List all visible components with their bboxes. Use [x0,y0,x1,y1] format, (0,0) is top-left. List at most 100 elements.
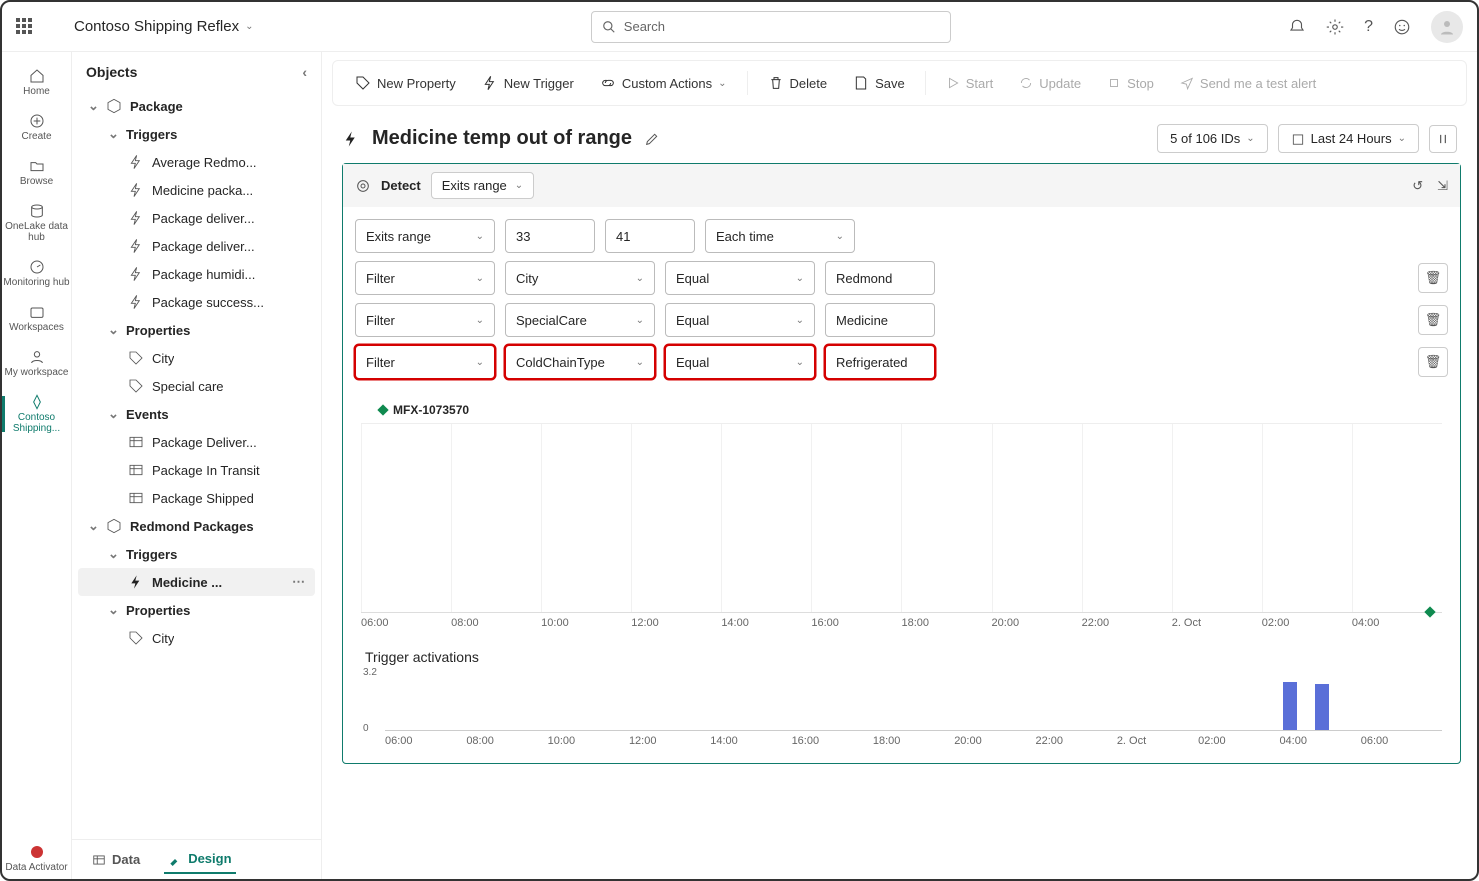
filter-value-input[interactable]: Redmond [825,261,935,295]
filter-field-dropdown[interactable]: SpecialCare⌄ [505,303,655,337]
time-range-dropdown[interactable]: Last 24 Hours⌄ [1278,124,1419,153]
undo-icon[interactable]: ↺ [1412,178,1423,194]
filter-field-dropdown[interactable]: City⌄ [505,261,655,295]
expand-icon[interactable]: ⇲ [1437,178,1448,194]
trigger-activations-title: Trigger activations [361,629,1442,671]
filter-type-dropdown[interactable]: Filter⌄ [355,303,495,337]
tree-events[interactable]: ⌄Events [72,400,321,428]
legend-label: MFX-1073570 [393,403,469,417]
tag-icon [128,350,144,366]
legend-marker [377,404,388,415]
new-property-button[interactable]: New Property [343,69,468,97]
bolt-icon [128,238,144,254]
filter-field-dropdown[interactable]: ColdChainType⌄ [505,345,655,379]
avatar[interactable] [1431,11,1463,43]
tree-event-item[interactable]: Package In Transit [72,456,321,484]
condition-op-dropdown[interactable]: Exits range⌄ [355,219,495,253]
frequency-dropdown[interactable]: Each time⌄ [705,219,855,253]
save-button[interactable]: Save [841,69,917,97]
app-launcher-icon[interactable] [16,18,34,36]
activations-chart[interactable]: 3.2 0 [385,671,1442,731]
tree-trigger-item[interactable]: Package success... [72,288,321,316]
chevron-down-icon: ⌄ [245,21,253,32]
object-tree[interactable]: ⌄Package ⌄Triggers Average Redmo... Medi… [72,92,321,839]
calendar-icon [1291,132,1305,146]
cube-icon [106,518,122,534]
tree-trigger-item[interactable]: Package deliver... [72,232,321,260]
filter-value-input[interactable]: Refrigerated [825,345,935,379]
tree-event-item[interactable]: Package Deliver... [72,428,321,456]
table-icon [92,853,106,867]
more-icon[interactable]: ⋯ [292,574,305,590]
tree-package[interactable]: ⌄Package [72,92,321,120]
tree-trigger-item[interactable]: Average Redmo... [72,148,321,176]
help-icon[interactable]: ? [1364,18,1373,36]
tree-redmond[interactable]: ⌄Redmond Packages [72,512,321,540]
filter-compare-dropdown[interactable]: Equal⌄ [665,303,815,337]
tree-redmond-props[interactable]: ⌄Properties [72,596,321,624]
custom-actions-button[interactable]: Custom Actions⌄ [588,69,739,97]
tree-properties[interactable]: ⌄Properties [72,316,321,344]
tree-triggers[interactable]: ⌄Triggers [72,120,321,148]
rail-home[interactable]: Home [2,62,71,103]
workspace-switcher[interactable]: Contoso Shipping Reflex ⌄ [74,18,254,35]
rail-monitoring[interactable]: Monitoring hub [2,253,71,294]
tab-design[interactable]: Design [164,845,235,874]
brush-icon [168,852,182,866]
rail-workspaces[interactable]: Workspaces [2,298,71,339]
search-input[interactable]: Search [591,11,951,43]
table-icon [128,490,144,506]
timeline-chart[interactable] [361,423,1442,613]
bolt-icon [128,210,144,226]
tree-event-item[interactable]: Package Shipped [72,484,321,512]
bolt-icon [128,266,144,282]
delete-button[interactable]: Delete [756,69,840,97]
tree-prop-item[interactable]: City [72,344,321,372]
bell-icon[interactable] [1288,18,1306,36]
ids-dropdown[interactable]: 5 of 106 IDs⌄ [1157,124,1268,153]
cube-icon [106,98,122,114]
new-trigger-button[interactable]: New Trigger [470,69,586,97]
tab-data[interactable]: Data [88,846,144,873]
update-button[interactable]: Update [1007,70,1093,97]
start-button[interactable]: Start [934,70,1005,97]
rail-contoso[interactable]: Contoso Shipping... [2,388,71,440]
play-icon [946,76,960,90]
gear-icon[interactable] [1326,18,1344,36]
detect-mode-dropdown[interactable]: Exits range⌄ [431,172,534,199]
filter-compare-dropdown[interactable]: Equal⌄ [665,261,815,295]
tree-redmond-triggers[interactable]: ⌄Triggers [72,540,321,568]
range-high-input[interactable]: 41 [605,219,695,253]
pause-button[interactable] [1429,125,1457,153]
rail-onelake[interactable]: OneLake data hub [2,197,71,249]
tag-icon [128,630,144,646]
filter-type-dropdown[interactable]: Filter⌄ [355,345,495,379]
range-low-input[interactable]: 33 [505,219,595,253]
tree-prop-item[interactable]: City [72,624,321,652]
filter-compare-dropdown[interactable]: Equal⌄ [665,345,815,379]
edit-icon[interactable] [644,131,660,147]
delete-filter-button[interactable]: 🗑 [1418,305,1448,335]
tree-prop-item[interactable]: Special care [72,372,321,400]
detect-label: Detect [381,178,421,193]
trash-icon [768,75,784,91]
filter-type-dropdown[interactable]: Filter⌄ [355,261,495,295]
tree-trigger-item[interactable]: Medicine packa... [72,176,321,204]
stop-button[interactable]: Stop [1095,70,1166,97]
filter-row-highlighted: Filter⌄ ColdChainType⌄ Equal⌄ Refrigerat… [355,345,1448,379]
delete-filter-button[interactable]: 🗑 [1418,263,1448,293]
tree-trigger-item[interactable]: Package humidi... [72,260,321,288]
tree-trigger-item[interactable]: Package deliver... [72,204,321,232]
send-icon [1180,76,1194,90]
filter-value-input[interactable]: Medicine [825,303,935,337]
filter-row: Filter⌄ SpecialCare⌄ Equal⌄ Medicine 🗑 [355,303,1448,337]
rail-my-workspace[interactable]: My workspace [2,343,71,384]
rail-browse[interactable]: Browse [2,152,71,193]
tree-selected-trigger[interactable]: Medicine ...⋯ [78,568,315,596]
rail-data-activator[interactable]: Data Activator [2,838,71,879]
rail-create[interactable]: Create [2,107,71,148]
send-test-button[interactable]: Send me a test alert [1168,70,1328,97]
delete-filter-button[interactable]: 🗑 [1418,347,1448,377]
collapse-panel-icon[interactable]: ‹ [302,64,307,80]
feedback-icon[interactable] [1393,18,1411,36]
